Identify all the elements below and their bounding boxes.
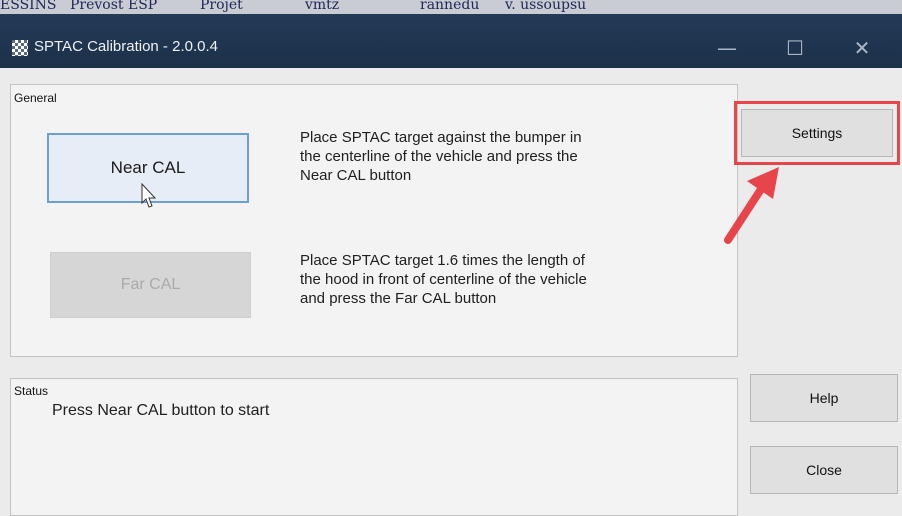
taskbar-item[interactable]: Projet [200, 0, 243, 13]
instruction-line: the centerline of the vehicle and press … [300, 148, 578, 165]
window-title: SPTAC Calibration - 2.0.0.4 [34, 38, 218, 55]
status-message: Press Near CAL button to start [52, 402, 270, 419]
status-group [10, 378, 738, 516]
taskbar-item[interactable]: vmtz [305, 0, 339, 13]
general-group-label: General [12, 91, 59, 105]
taskbar-strip: ESSINS Prevost ESP Projet vmtz rannedu v… [0, 0, 902, 14]
help-button[interactable]: Help [750, 374, 898, 422]
far-cal-instructions: Place SPTAC target 1.6 times the length … [300, 251, 700, 308]
instruction-line: Near CAL button [300, 167, 412, 184]
far-cal-button[interactable]: Far CAL [50, 252, 251, 318]
taskbar-item[interactable]: v. ussoupsu [505, 0, 586, 13]
taskbar-item[interactable]: rannedu [420, 0, 479, 13]
instruction-line: Place SPTAC target 1.6 times the length … [300, 252, 585, 269]
settings-highlight-box [734, 101, 900, 165]
mouse-cursor-icon [141, 183, 157, 208]
annotation-arrow-icon [724, 167, 779, 244]
maximize-button[interactable]: ☐ [765, 28, 825, 68]
instruction-line: and press the Far CAL button [300, 290, 497, 307]
close-button[interactable]: Close [750, 446, 898, 494]
status-group-label: Status [12, 384, 51, 398]
close-window-button[interactable]: ✕ [832, 28, 892, 68]
taskbar-item[interactable]: Prevost ESP [70, 0, 157, 13]
window-titlebar[interactable]: SPTAC Calibration - 2.0.0.4 — ☐ ✕ [0, 14, 902, 68]
taskbar-item[interactable]: ESSINS [0, 0, 57, 13]
app-icon [12, 40, 28, 56]
instruction-line: the hood in front of centerline of the v… [300, 271, 587, 288]
near-cal-instructions: Place SPTAC target against the bumper in… [300, 128, 700, 185]
minimize-button[interactable]: — [697, 28, 757, 68]
instruction-line: Place SPTAC target against the bumper in [300, 129, 582, 146]
